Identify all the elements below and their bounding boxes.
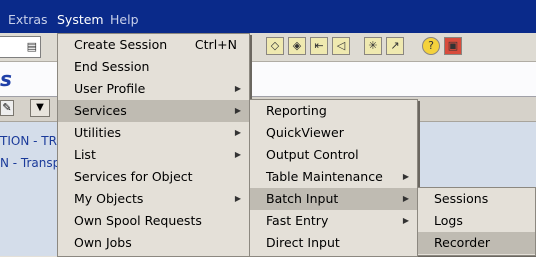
menu-item-table-maintenance[interactable]: Table Maintenance ▶ [250,166,417,188]
menu-item-label: Batch Input [266,191,339,206]
menu-item-label: Services [74,103,127,118]
previous-page-icon[interactable]: ◁ [332,37,350,55]
menu-item-end-session[interactable]: End Session [58,56,249,78]
menu-item-create-session[interactable]: Create Session Ctrl+N [58,34,249,56]
submenu-arrow-icon: ▶ [402,216,409,225]
menu-item-label: Sessions [434,191,489,206]
find-next-icon[interactable]: ◈ [288,37,306,55]
dropdown-arrow-icon[interactable]: ▼ [30,99,50,117]
menu-item-label: QuickViewer [266,125,344,140]
find-icon[interactable]: ◇ [266,37,284,55]
menu-item-own-spool-requests[interactable]: Own Spool Requests [58,210,249,232]
submenu-arrow-icon: ▶ [234,150,241,159]
save-icon[interactable]: ▤ [27,40,37,53]
pencil-icon[interactable]: ✎ [0,100,14,116]
menu-item-label: Services for Object [74,169,193,184]
submenu-arrow-icon: ▶ [402,194,409,203]
command-field[interactable]: ▤ [0,36,41,58]
submenu-arrow-icon: ▶ [234,194,241,203]
menu-extras[interactable]: Extras [8,12,48,27]
menu-item-recorder[interactable]: Recorder [418,232,535,254]
menu-item-label: Output Control [266,147,359,162]
menu-help[interactable]: Help [110,12,139,27]
menu-item-user-profile[interactable]: User Profile ▶ [58,78,249,100]
menu-item-label: User Profile [74,81,146,96]
menu-item-label: Own Spool Requests [74,213,202,228]
menu-item-reporting[interactable]: Reporting [250,100,417,122]
batch-input-menu: Sessions Logs Recorder [417,187,536,256]
menu-item-label: Fast Entry [266,213,329,228]
submenu-arrow-icon: ▶ [234,106,241,115]
shortcut-icon[interactable]: ↗ [386,37,404,55]
menu-item-label: Table Maintenance [266,169,383,184]
menu-item-fast-entry[interactable]: Fast Entry ▶ [250,210,417,232]
menu-item-label: Create Session [74,37,168,52]
menu-item-batch-input[interactable]: Batch Input ▶ [250,188,417,210]
layout-menu-icon[interactable]: ▣ [444,37,462,55]
shortcut-label: Ctrl+N [194,37,237,52]
menu-item-quickviewer[interactable]: QuickViewer [250,122,417,144]
submenu-arrow-icon: ▶ [234,128,241,137]
system-menu: Create Session Ctrl+N End Session User P… [57,33,250,257]
menu-item-sessions[interactable]: Sessions [418,188,535,210]
menu-item-label: End Session [74,59,150,74]
menu-item-label: Recorder [434,235,491,250]
menu-item-utilities[interactable]: Utilities ▶ [58,122,249,144]
menu-item-my-objects[interactable]: My Objects ▶ [58,188,249,210]
submenu-arrow-icon: ▶ [402,172,409,181]
menu-system[interactable]: System [57,12,104,27]
menu-item-label: Reporting [266,103,327,118]
menu-item-services-for-object[interactable]: Services for Object [58,166,249,188]
menu-item-label: Logs [434,213,463,228]
menu-item-label: Direct Input [266,235,340,250]
menu-item-logs[interactable]: Logs [418,210,535,232]
menu-item-label: Utilities [74,125,122,140]
menu-item-label: My Objects [74,191,144,206]
services-menu: Reporting QuickViewer Output Control Tab… [249,99,418,257]
submenu-arrow-icon: ▶ [234,84,241,93]
menu-item-label: List [74,147,96,162]
menu-item-label: Own Jobs [74,235,132,250]
menu-item-own-jobs[interactable]: Own Jobs [58,232,249,254]
menu-item-list[interactable]: List ▶ [58,144,249,166]
create-session-icon[interactable]: ✳ [364,37,382,55]
menu-item-direct-input[interactable]: Direct Input [250,232,417,254]
menu-item-output-control[interactable]: Output Control [250,144,417,166]
first-page-icon[interactable]: ⇤ [310,37,328,55]
menu-item-services[interactable]: Services ▶ [58,100,249,122]
title-fragment-icon: s [0,67,12,91]
help-icon[interactable]: ? [422,37,440,55]
menu-bar: Extras System Help [0,0,536,33]
